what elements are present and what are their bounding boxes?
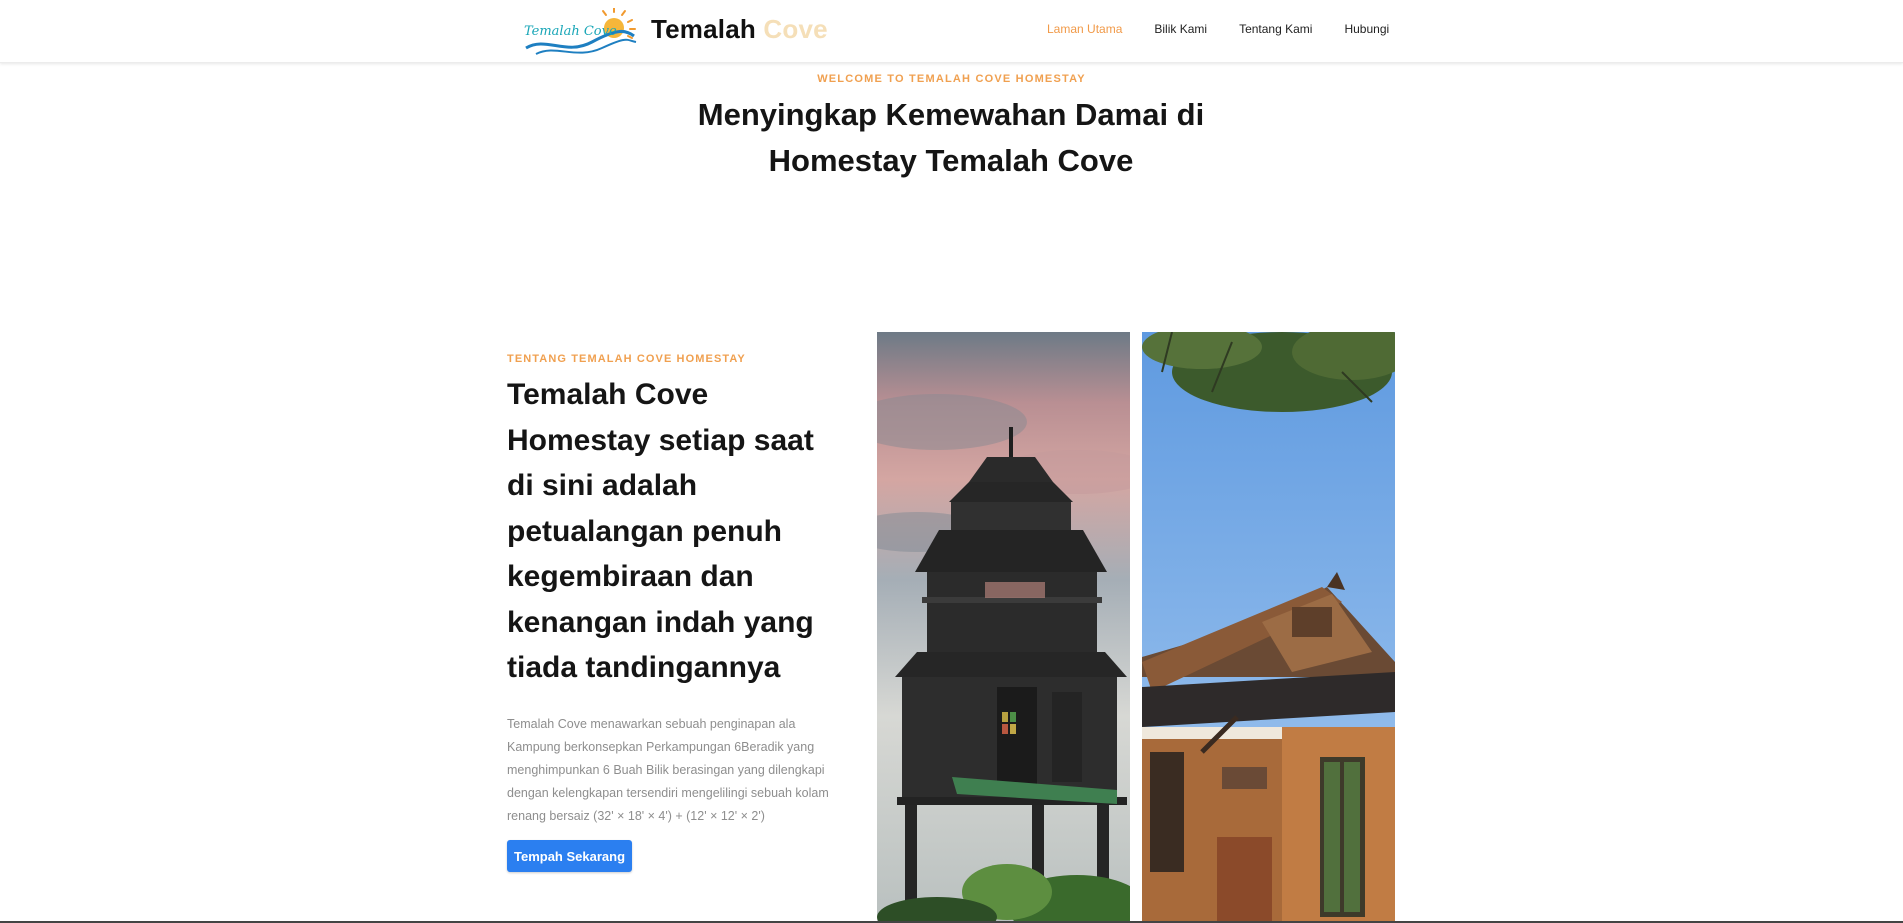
about-eyebrow: TENTANG TEMALAH COVE HOMESTAY <box>507 353 746 365</box>
brand-name-main: Temalah <box>651 14 756 44</box>
brand-name-accent: Cove <box>763 14 828 44</box>
nav-item-laman-utama[interactable]: Laman Utama <box>1047 22 1122 36</box>
tower-photo <box>877 332 1130 923</box>
about-description: Temalah Cove menawarkan sebuah penginapa… <box>507 717 829 823</box>
about-title: Temalah Cove Homestay setiap saat di sin… <box>507 378 814 684</box>
site-header: Temalah Cove Temalah Cove Laman Utama Bi… <box>0 0 1903 63</box>
house-photo <box>1142 332 1395 923</box>
brand-name[interactable]: Temalah Cove <box>651 14 828 45</box>
hero-eyebrow: WELCOME TO TEMALAH COVE HOMESTAY <box>817 73 1086 85</box>
logo-text: Temalah Cove <box>524 24 617 39</box>
nav-item-tentang-kami[interactable]: Tentang Kami <box>1239 22 1312 36</box>
temalah-cove-logo[interactable]: Temalah Cove <box>522 7 640 58</box>
main-nav: Laman Utama Bilik Kami Tentang Kami Hubu… <box>1047 22 1421 36</box>
hero-title: Menyingkap Kemewahan Damai di Homestay T… <box>697 97 1205 178</box>
nav-item-hubungi[interactable]: Hubungi <box>1344 22 1389 36</box>
book-now-button[interactable]: Tempah Sekarang <box>507 840 632 872</box>
nav-item-bilik-kami[interactable]: Bilik Kami <box>1154 22 1207 36</box>
